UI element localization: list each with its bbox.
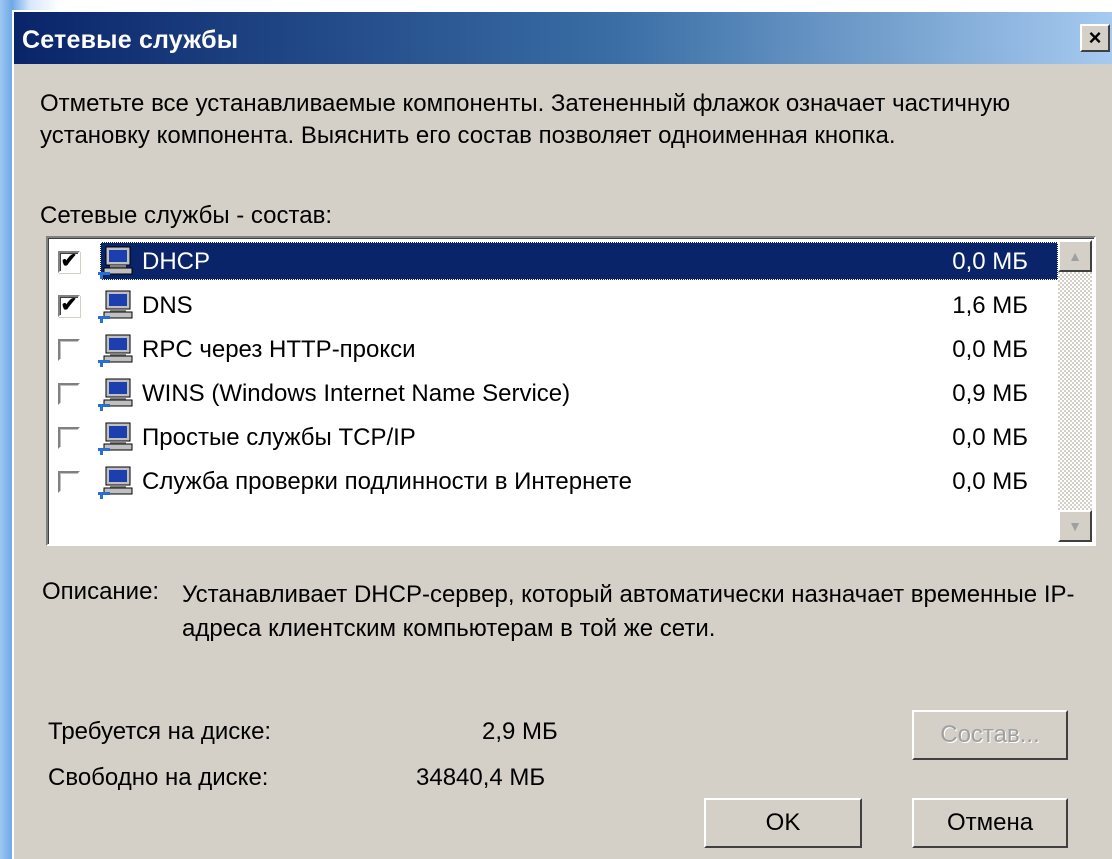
close-icon: × xyxy=(1088,25,1102,50)
component-row[interactable]: Служба проверки подлинности в Интернете 0… xyxy=(50,460,1058,504)
disk-free-value: 34840,4 МБ xyxy=(416,764,546,791)
network-computer-icon xyxy=(96,290,134,324)
disk-free-label: Свободно на диске: xyxy=(48,764,269,791)
intro-text: Отметьте все устанавливаемые компоненты.… xyxy=(40,90,1011,149)
components-list-label: Сетевые службы - состав: xyxy=(40,202,332,229)
network-computer-icon xyxy=(96,378,134,412)
network-computer-icon xyxy=(96,466,134,500)
component-size: 0,0 МБ xyxy=(952,468,1028,495)
component-label: Простые службы TCP/IP xyxy=(142,424,416,451)
scroll-down-button[interactable]: ▼ xyxy=(1058,510,1092,542)
component-label: RPC через HTTP-прокси xyxy=(142,336,416,363)
network-computer-icon xyxy=(96,334,134,368)
cancel-button[interactable]: Отмена xyxy=(912,798,1068,848)
disk-required-label: Требуется на диске: xyxy=(48,718,272,745)
component-checkbox[interactable] xyxy=(58,471,80,493)
network-services-dialog: Сетевые службы × Отметьте все устанавлив… xyxy=(12,10,1112,859)
network-computer-icon xyxy=(96,246,134,280)
component-checkbox[interactable] xyxy=(58,339,80,361)
components-button[interactable]: Состав... xyxy=(912,710,1068,760)
component-label: WINS (Windows Internet Name Service) xyxy=(142,380,571,407)
scroll-up-button[interactable]: ▲ xyxy=(1058,240,1092,272)
component-label: Служба проверки подлинности в Интернете xyxy=(142,468,632,495)
description-text: Устанавливает DHCP-сервер, который автом… xyxy=(182,581,1075,642)
components-rows: ✔ DHCP 0,0 МБ ✔ DNS 1,6 МБ RPC через HTTP-прок… xyxy=(50,240,1058,542)
component-size: 1,6 МБ xyxy=(952,292,1028,319)
component-size: 0,0 МБ xyxy=(952,424,1028,451)
title-bar[interactable]: Сетевые службы × xyxy=(14,12,1112,64)
component-checkbox[interactable] xyxy=(58,383,80,405)
component-size: 0,9 МБ xyxy=(952,380,1028,407)
description-label: Описание: xyxy=(42,578,160,605)
component-row[interactable]: Простые службы TCP/IP 0,0 МБ xyxy=(50,416,1058,460)
component-label: DHCP xyxy=(142,248,211,275)
component-label: DNS xyxy=(142,292,193,319)
network-computer-icon xyxy=(96,422,134,456)
disk-required-value: 2,9 МБ xyxy=(482,718,558,745)
components-list[interactable]: ✔ DHCP 0,0 МБ ✔ DNS 1,6 МБ RPC через HTTP-прок… xyxy=(46,236,1096,546)
component-row[interactable]: WINS (Windows Internet Name Service) 0,9 … xyxy=(50,372,1058,416)
selection-highlight xyxy=(100,242,1058,280)
component-checkbox[interactable] xyxy=(58,427,80,449)
component-row[interactable]: ✔ DHCP 0,0 МБ xyxy=(50,240,1058,284)
component-size: 0,0 МБ xyxy=(952,336,1028,363)
component-row[interactable]: ✔ DNS 1,6 МБ xyxy=(50,284,1058,328)
component-checkbox[interactable]: ✔ xyxy=(58,251,80,273)
scroll-up-icon: ▲ xyxy=(1068,248,1082,264)
vertical-scrollbar[interactable]: ▲ ▼ xyxy=(1058,240,1092,542)
close-button[interactable]: × xyxy=(1080,24,1110,52)
ok-button[interactable]: OK xyxy=(704,798,862,848)
scroll-down-icon: ▼ xyxy=(1068,518,1082,534)
component-size: 0,0 МБ xyxy=(952,248,1028,275)
window-title: Сетевые службы xyxy=(22,26,239,54)
component-checkbox[interactable]: ✔ xyxy=(58,295,80,317)
component-row[interactable]: RPC через HTTP-прокси 0,0 МБ xyxy=(50,328,1058,372)
